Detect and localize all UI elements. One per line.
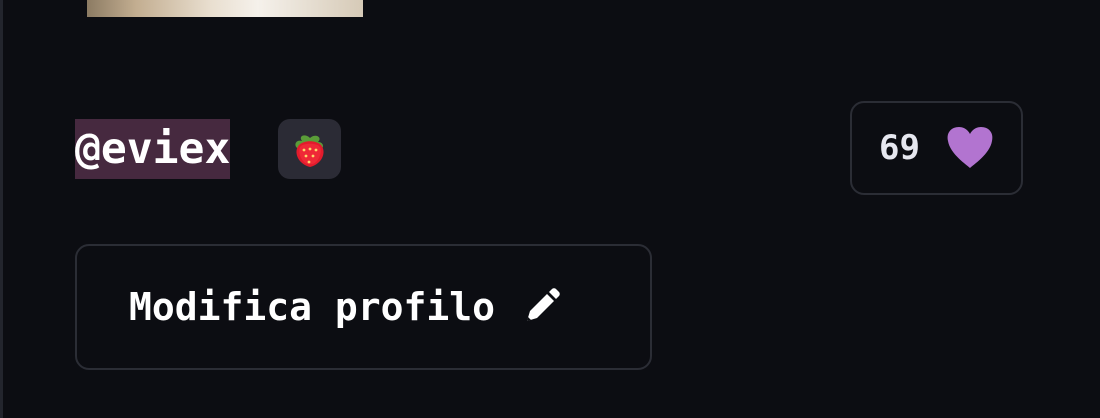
strawberry-badge (278, 119, 341, 179)
likes-button[interactable]: 69 (850, 101, 1023, 195)
pencil-icon (521, 287, 561, 327)
heart-icon (946, 127, 994, 169)
likes-count: 69 (879, 128, 920, 168)
edit-profile-button[interactable]: Modifica profilo (75, 244, 652, 370)
avatar-image (87, 0, 363, 17)
username: @eviex (75, 119, 231, 179)
strawberry-icon (291, 129, 329, 169)
profile-page: @eviex 69 Modifica profilo (0, 0, 1100, 418)
edit-profile-label: Modifica profilo (129, 285, 496, 329)
